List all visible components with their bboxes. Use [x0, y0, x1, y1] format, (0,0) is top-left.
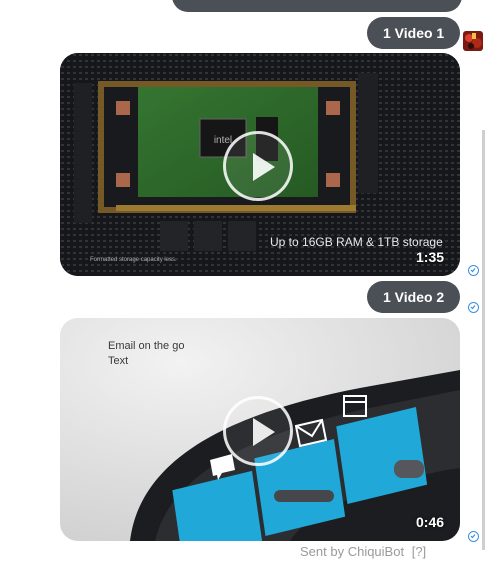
read-receipt-icon	[468, 302, 479, 313]
bot-avatar	[463, 31, 483, 51]
sent-by-label: Sent by ChiquiBot	[300, 544, 405, 559]
video-card-1[interactable]: intel Up to 16GB RAM & 1TB storage Forma…	[60, 53, 460, 276]
previous-message-bubble	[172, 0, 462, 12]
help-link[interactable]: [?]	[412, 544, 426, 559]
video-1-duration: 1:35	[416, 249, 445, 265]
message-bubble-video-2[interactable]: 1 Video 2	[367, 281, 461, 313]
video-card-2[interactable]: Email on the go Text 0:46	[60, 318, 460, 541]
play-icon	[253, 153, 275, 181]
play-button-video-1[interactable]	[223, 131, 293, 201]
video-2-duration: 0:46	[416, 514, 445, 530]
video-1-footnote: Formatted storage capacity less.	[90, 257, 177, 263]
play-icon	[253, 418, 275, 446]
sent-by-footer: Sent by ChiquiBot [?]	[300, 544, 426, 559]
play-button-video-2[interactable]	[223, 396, 293, 466]
video-2-caption-title: Email on the go	[108, 340, 185, 352]
read-receipt-icon	[468, 265, 479, 276]
video-1-caption: Up to 16GB RAM & 1TB storage	[270, 235, 443, 249]
message-bubble-video-1[interactable]: 1 Video 1	[367, 17, 461, 49]
scrollbar[interactable]	[482, 130, 485, 550]
video-2-caption-subtitle: Text	[108, 355, 129, 367]
read-receipt-icon	[468, 531, 479, 542]
